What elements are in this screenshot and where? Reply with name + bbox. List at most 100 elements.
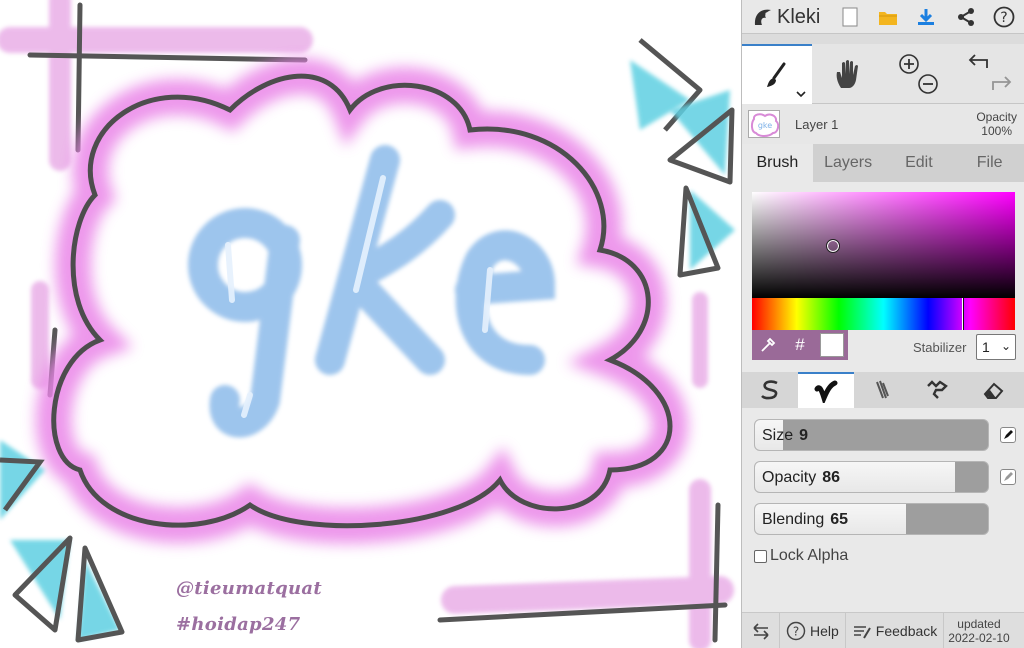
- size-pressure-toggle[interactable]: [1000, 427, 1016, 443]
- brush-settings: Size 9 Opacity 86 Blending 65 Lock Alpha: [742, 408, 1024, 612]
- hue-slider[interactable]: [752, 298, 1015, 330]
- footer: ? Help Feedback updated 2022-02-10: [742, 612, 1024, 648]
- new-image-button[interactable]: [838, 5, 862, 29]
- share-icon: [958, 8, 974, 26]
- zoom-out-icon: [918, 74, 938, 94]
- color-cursor[interactable]: [826, 239, 840, 253]
- saturation-value-picker[interactable]: [752, 192, 1015, 298]
- app-logo[interactable]: Kleki: [752, 5, 820, 29]
- chevron-down-icon: [796, 91, 806, 98]
- new-file-icon: [842, 7, 858, 27]
- stabilizer-label: Stabilizer: [913, 340, 967, 355]
- opacity-slider[interactable]: Opacity 86: [754, 461, 989, 493]
- eyedropper-icon: [761, 337, 776, 352]
- watermark-hashtag: #hoidap247: [176, 614, 301, 635]
- color-picker: # Stabilizer 1 ⌄: [742, 182, 1024, 372]
- feedback-icon: [853, 625, 871, 639]
- brush-type-pixel[interactable]: [910, 372, 966, 408]
- zoom-in-icon: [899, 54, 919, 74]
- redo-icon: [991, 76, 1011, 90]
- updated-date: 2022-02-10: [948, 630, 1010, 645]
- help-button[interactable]: ? Help: [780, 612, 846, 648]
- save-image-button[interactable]: [914, 5, 938, 29]
- eyedropper-button[interactable]: [752, 330, 784, 360]
- artwork: [0, 0, 735, 648]
- lock-alpha-checkbox[interactable]: Lock Alpha: [754, 547, 848, 565]
- checkbox-box[interactable]: [754, 549, 767, 563]
- svg-text:gke: gke: [758, 121, 772, 130]
- brush-type-eraser[interactable]: [966, 372, 1022, 408]
- pressure-pen-icon: [1004, 430, 1013, 439]
- opacity-value: 86: [822, 469, 841, 486]
- pen-stroke-icon: [761, 380, 778, 400]
- updated-label: updated: [957, 616, 1001, 631]
- eraser-icon: [983, 382, 1004, 399]
- size-label: Size: [762, 427, 794, 444]
- svg-text:?: ?: [793, 624, 799, 638]
- hex-input-button[interactable]: #: [784, 330, 816, 360]
- size-slider[interactable]: Size 9: [754, 419, 989, 451]
- brush-type-sketchy[interactable]: [854, 372, 910, 408]
- feedback-label: Feedback: [875, 622, 938, 639]
- pressure-pen-icon: [1004, 472, 1013, 481]
- updated-info[interactable]: updated 2022-02-10: [944, 617, 1013, 645]
- brush-type-blend[interactable]: [798, 372, 854, 408]
- color-tools: #: [752, 330, 848, 360]
- blending-value: 65: [830, 511, 849, 528]
- hand-tool-button[interactable]: [812, 44, 884, 104]
- secondary-color-swatch[interactable]: [820, 333, 844, 357]
- undo-redo-icons: [968, 54, 1011, 90]
- panel-tabs: Brush Layers Edit File: [742, 144, 1024, 182]
- current-layer-row[interactable]: gke Layer 1 Opacity 100%: [742, 104, 1024, 144]
- chevron-down-icon: ⌄: [1000, 339, 1011, 353]
- layer-thumbnail: gke: [748, 110, 780, 138]
- tab-file[interactable]: File: [954, 144, 1024, 182]
- sketchy-brush-icon: [876, 380, 889, 399]
- brush-tool-button[interactable]: [742, 44, 812, 104]
- layer-opacity-label: Opacity: [976, 110, 1017, 124]
- swap-side-button[interactable]: [742, 612, 780, 648]
- tab-edit[interactable]: Edit: [884, 144, 955, 182]
- hue-marker[interactable]: [962, 298, 964, 330]
- layer-opacity-value: 100%: [981, 124, 1012, 138]
- svg-text:?: ?: [1000, 10, 1007, 26]
- top-bar: Kleki ?: [742, 0, 1024, 34]
- blend-brush-icon: [814, 380, 838, 403]
- question-icon: ?: [993, 6, 1015, 28]
- blending-slider[interactable]: Blending 65: [754, 503, 989, 535]
- share-button[interactable]: [954, 5, 978, 29]
- undo-redo-buttons: [954, 44, 1024, 104]
- drawing-canvas[interactable]: @tieumatquat #hoidap247: [0, 0, 741, 648]
- brush-type-row: [742, 372, 1024, 408]
- folder-icon: [879, 12, 897, 25]
- hand-icon: [836, 60, 858, 88]
- help-icon: ?: [786, 621, 806, 640]
- watermark-username: @tieumatquat: [176, 578, 322, 599]
- zoom-buttons: [884, 44, 954, 104]
- feedback-button[interactable]: Feedback: [846, 612, 945, 648]
- open-image-button[interactable]: [876, 5, 900, 29]
- side-panel: Kleki ? gke Layer 1 Opacity 100% Brush L…: [741, 0, 1024, 648]
- blending-label: Blending: [762, 511, 825, 528]
- stabilizer-select[interactable]: 1 ⌄: [976, 334, 1016, 360]
- pixel-brush-icon: [927, 380, 948, 399]
- undo-icon: [968, 54, 988, 68]
- opacity-pressure-toggle[interactable]: [1000, 469, 1016, 485]
- stabilizer-value: 1: [982, 339, 990, 355]
- help-top-button[interactable]: ?: [992, 5, 1016, 29]
- opacity-label: Opacity: [762, 469, 817, 486]
- kleki-logo-icon: [754, 9, 771, 25]
- help-label: Help: [810, 622, 839, 639]
- brush-type-pen[interactable]: [742, 372, 798, 408]
- lock-alpha-label: Lock Alpha: [770, 547, 849, 564]
- download-icon: [918, 9, 934, 25]
- swap-arrows-icon: [752, 622, 769, 640]
- brush-icon: [767, 62, 786, 87]
- size-value: 9: [799, 427, 809, 444]
- tab-layers[interactable]: Layers: [813, 144, 884, 182]
- tab-brush[interactable]: Brush: [742, 144, 813, 182]
- layer-name: Layer 1: [795, 117, 839, 132]
- layer-opacity: Opacity 100%: [976, 110, 1017, 138]
- app-name: Kleki: [777, 5, 821, 28]
- tool-row: [742, 44, 1024, 104]
